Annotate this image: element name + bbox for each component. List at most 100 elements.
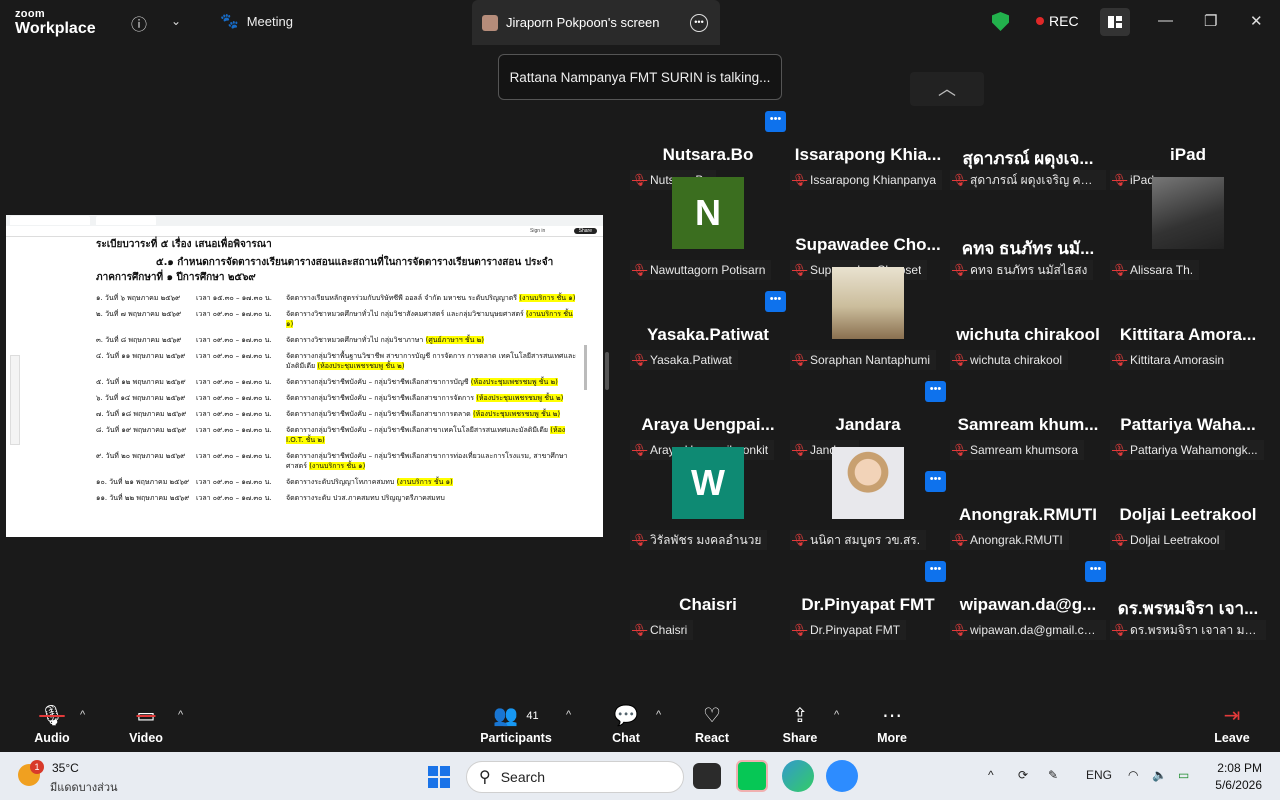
participants-button[interactable]: 👥 41 Participants <box>480 703 552 745</box>
participant-tile[interactable]: Chaisri 🎙 Chaisri <box>630 567 786 653</box>
zoom-app-icon[interactable] <box>826 760 858 792</box>
participant-display-name: iPad <box>1170 145 1206 164</box>
video-off-icon: ▭ <box>136 705 156 727</box>
participant-name-label: 🎙 Chaisri <box>630 620 694 640</box>
tray-overflow-icon[interactable]: ^ <box>988 768 994 782</box>
participant-label-text: Pattariya Wahamongk... <box>1130 443 1258 457</box>
participant-tile[interactable]: Dr.Pinyapat FMT 🎙 Dr.Pinyapat FMT <box>790 567 946 653</box>
audio-options-caret[interactable]: ^ <box>80 709 85 721</box>
video-button[interactable]: ▭ Video <box>124 703 168 745</box>
taskbar-search[interactable]: ⚲ Search <box>466 761 684 793</box>
participant-tile[interactable]: Issarapong Khia... 🎙 Issarapong Khianpanya <box>790 117 946 203</box>
encryption-shield-icon[interactable] <box>992 12 1009 31</box>
restore-icon[interactable]: ❐ <box>1204 12 1217 30</box>
participant-label-text: iPad <box>1130 173 1155 187</box>
participant-tile[interactable]: 🎙 นนิดา สมบูตร วข.สร. <box>790 447 946 563</box>
wifi-icon[interactable]: ◠ <box>1128 768 1138 782</box>
participants-options-caret[interactable]: ^ <box>566 709 571 721</box>
participant-tile[interactable]: คทจ ธนภัทร นมั... 🎙 คทจ ธนภัทร นมัสไธสง <box>950 207 1106 293</box>
system-clock[interactable]: 2:08 PM 5/6/2026 <box>1215 760 1262 794</box>
minimize-icon[interactable]: — <box>1158 12 1173 29</box>
recording-indicator[interactable]: REC <box>1036 13 1079 29</box>
battery-icon[interactable]: ▭ <box>1178 768 1189 782</box>
schedule-row: ๖. วันที่ ๑๔ พฤษภาคม ๒๕๖๙ เวลา ๐๙.๓๐ – ๑๗… <box>96 393 576 403</box>
meeting-button[interactable]: 🐾 Meeting <box>220 12 293 30</box>
participant-name-label: 🎙 สุดาภรณ์ ผดุงเจริญ คทจ.... <box>950 170 1106 190</box>
line-app-icon[interactable] <box>736 760 768 792</box>
task-view-icon[interactable] <box>693 763 721 789</box>
volume-icon[interactable]: 🔈 <box>1152 768 1167 782</box>
chevron-down-icon[interactable]: ⌄ <box>171 14 181 28</box>
schedule-date: ๘. วันที่ ๑๙ พฤษภาคม ๒๕๖๙ <box>96 426 187 434</box>
participant-tile[interactable]: N 🎙 Nawuttagorn Potisarn <box>630 177 786 293</box>
more-options-icon[interactable]: ••• <box>765 111 786 132</box>
more-options-icon[interactable]: ••• <box>925 471 946 492</box>
doc-toolbar: Sign in Share <box>6 226 603 237</box>
video-options-caret[interactable]: ^ <box>178 709 183 721</box>
mic-muted-icon: 🎙 <box>952 263 968 277</box>
participant-display-name: Doljai Leetrakool <box>1119 505 1257 524</box>
edge-browser-icon[interactable] <box>782 760 814 792</box>
more-options-icon[interactable]: ••• <box>925 561 946 582</box>
participants-label: Participants <box>480 731 552 745</box>
clock-time: 2:08 PM <box>1217 761 1262 775</box>
participant-tile[interactable]: ดร.พรหมจิรา เจา... 🎙 ดร.พรหมจิรา เจาลา มทร… <box>1110 567 1266 653</box>
mic-muted-icon: 🎙 <box>792 533 808 547</box>
participant-label-text: Anongrak.RMUTI <box>970 533 1063 547</box>
schedule-time: เวลา ๑๕.๓๐ – ๑๗.๓๐ น. <box>196 294 272 302</box>
participant-avatar: W <box>672 447 744 519</box>
participant-display-name: Yasaka.Patiwat <box>647 325 769 344</box>
schedule-room: (งานบริการ ชั้น ๑) <box>519 294 576 302</box>
participant-tile[interactable]: 🎙 Alissara Th. <box>1110 177 1266 293</box>
mic-muted-icon: 🎙 <box>792 623 808 637</box>
language-indicator[interactable]: ENG <box>1086 768 1112 782</box>
audio-button[interactable]: 🎙 Audio <box>30 703 74 745</box>
participant-display-name: Pattariya Waha... <box>1120 415 1256 434</box>
participant-tile[interactable]: สุดาภรณ์ ผดุงเจ... 🎙 สุดาภรณ์ ผดุงเจริญ คท… <box>950 117 1106 203</box>
more-options-icon[interactable]: ••• <box>765 291 786 312</box>
info-icon[interactable]: ⓘ <box>131 11 147 35</box>
participant-tile[interactable]: Anongrak.RMUTI 🎙 Anongrak.RMUTI <box>950 477 1106 563</box>
participant-tile[interactable]: Doljai Leetrakool 🎙 Doljai Leetrakool <box>1110 477 1266 563</box>
schedule-desc-text: จัดตารางระดับ ปวส.ภาคสมทบ ปริญญาตรีภาคสม… <box>286 494 445 502</box>
participant-tile[interactable]: Samream khum... 🎙 Samream khumsora <box>950 387 1106 473</box>
split-divider[interactable] <box>605 352 609 390</box>
participant-tile[interactable]: W 🎙 วิรัลพัชร มงคลอำนวย <box>630 447 786 563</box>
participant-display-name: ดร.พรหมจิรา เจา... <box>1117 599 1259 618</box>
react-button[interactable]: ♡ React <box>690 703 734 745</box>
chat-options-caret[interactable]: ^ <box>656 709 661 721</box>
participant-tile[interactable]: Kittitara Amora... 🎙 Kittitara Amorasin <box>1110 297 1266 383</box>
leave-button[interactable]: ⇥ Leave <box>1210 703 1254 745</box>
schedule-list: ๑. วันที่ ๖ พฤษภาคม ๒๕๖๙ เวลา ๑๕.๓๐ – ๑๗.… <box>96 293 576 503</box>
share-button[interactable]: ⇪ Share <box>778 703 822 745</box>
rec-label: REC <box>1049 13 1079 29</box>
participant-tile[interactable]: Pattariya Waha... 🎙 Pattariya Wahamongk... <box>1110 387 1266 473</box>
mic-muted-icon: 🎙 <box>952 173 968 187</box>
participant-name-label: 🎙 วิรัลพัชร มงคลอำนวย <box>630 530 768 550</box>
participant-label-text: Doljai Leetrakool <box>1130 533 1220 547</box>
more-options-icon[interactable]: ••• <box>925 381 946 402</box>
participant-label-text: ดร.พรหมจิรา เจาลา มทร.อีสา... <box>1130 623 1260 637</box>
pen-icon[interactable]: ✎ <box>1048 768 1058 782</box>
collapse-gallery-button[interactable]: ︿ <box>910 72 984 106</box>
schedule-desc-text: จัดตารางวิชาหมวดศึกษาทั่วไป กลุ่มวิชาภาษ… <box>286 336 424 344</box>
more-options-icon[interactable]: ••• <box>690 13 708 32</box>
talking-toast: Rattana Nampanya FMT SURIN is talking... <box>498 54 782 100</box>
close-icon[interactable]: ✕ <box>1250 12 1263 30</box>
shared-screen-tab[interactable]: Jiraporn Pokpoon's screen ••• <box>472 0 720 45</box>
mic-muted-icon: 🎙 <box>952 623 968 637</box>
sync-icon[interactable]: ⟳ <box>1018 768 1028 782</box>
chat-button[interactable]: 💬 Chat <box>606 703 646 745</box>
mic-muted-icon: 🎙 <box>792 443 808 457</box>
more-options-icon[interactable]: ••• <box>1085 561 1106 582</box>
more-button[interactable]: ⋯ More <box>870 703 914 745</box>
schedule-desc: จัดตารางระดับปริญญาโทภาคสมทบ (งานบริการ … <box>286 477 576 487</box>
participant-tile[interactable]: wipawan.da@g... 🎙 wipawan.da@gmail.co... <box>950 567 1106 653</box>
participant-name-label: 🎙 Issarapong Khianpanya <box>790 170 943 190</box>
participant-tile[interactable]: wichuta chirakool 🎙 wichuta chirakool <box>950 297 1106 383</box>
participant-tile[interactable]: Yasaka.Patiwat 🎙 Yasaka.Patiwat <box>630 297 786 383</box>
share-options-caret[interactable]: ^ <box>834 709 839 721</box>
view-layout-button[interactable] <box>1100 8 1130 36</box>
participant-tile[interactable]: 🎙 Soraphan Nantaphumi <box>790 267 946 383</box>
windows-start-icon[interactable] <box>428 766 450 788</box>
